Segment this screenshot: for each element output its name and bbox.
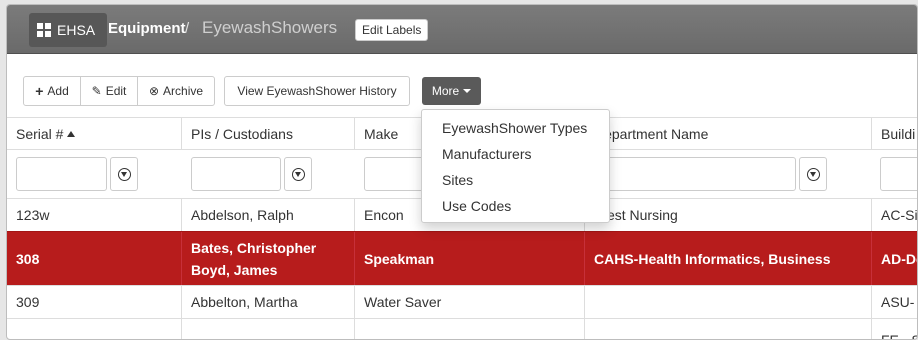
column-header-custodians[interactable]: PIs / Custodians	[182, 118, 355, 149]
menu-item-manufacturers[interactable]: Manufacturers	[422, 141, 609, 167]
table-row[interactable]: 309 Abbelton, Martha Water Saver ASU-	[7, 285, 917, 318]
make-cell: Water Saver	[355, 286, 585, 318]
serial-filter-input[interactable]	[16, 157, 107, 191]
department-cell	[585, 319, 872, 339]
filter-icon	[291, 167, 305, 181]
brand-label: EHSA	[57, 22, 96, 38]
custodian-name: Boyd, James	[191, 261, 278, 278]
plus-icon: +	[35, 83, 44, 99]
column-header-department[interactable]: Department Name	[585, 118, 872, 149]
breadcrumb-equipment[interactable]: Equipment	[108, 20, 186, 37]
pencil-icon: ✎	[91, 84, 102, 98]
add-label: Add	[47, 84, 69, 98]
breadcrumb-separator: /	[185, 20, 190, 37]
archive-label: Archive	[163, 84, 204, 98]
table-row-selected[interactable]: 308 Bates, Christopher Boyd, James Speak…	[7, 231, 917, 285]
menu-item-use-codes[interactable]: Use Codes	[422, 193, 609, 219]
serial-cell: 309	[7, 286, 182, 318]
department-filter-input[interactable]	[595, 157, 796, 191]
custodian-filter-input[interactable]	[191, 157, 281, 191]
edit-button[interactable]: ✎ Edit	[80, 76, 138, 106]
remove-circle-icon: ⊗	[148, 84, 160, 98]
table-row[interactable]: FE - S	[7, 318, 918, 340]
menu-item-sites[interactable]: Sites	[422, 167, 609, 193]
column-header-building[interactable]: Buildi	[872, 118, 917, 149]
building-cell: AD-De	[872, 232, 917, 285]
more-dropdown-button[interactable]: More	[422, 77, 481, 105]
serial-cell: 308	[7, 232, 182, 285]
column-header-serial[interactable]: Serial #	[7, 118, 182, 149]
filter-icon	[806, 167, 820, 181]
building-cell: AC-Si	[881, 207, 918, 223]
serial-cell: 123w	[7, 199, 182, 231]
department-cell	[585, 286, 872, 318]
app-frame: EHSA Equipment / EyewashShowers Edit Lab…	[6, 4, 918, 340]
menu-item-eyewashshower-types[interactable]: EyewashShower Types	[422, 115, 609, 141]
archive-button[interactable]: ⊗ Archive	[137, 76, 215, 106]
custodian-name: Bates, Christopher	[191, 239, 317, 256]
serial-cell	[7, 319, 182, 339]
building-cell: FE - S	[881, 332, 918, 340]
custodian-filter-button[interactable]	[284, 157, 312, 191]
more-dropdown-menu: EyewashShower Types Manufacturers Sites …	[421, 109, 610, 223]
add-button[interactable]: + Add	[23, 76, 81, 106]
filter-icon	[117, 167, 131, 181]
building-filter-input[interactable]	[880, 157, 917, 191]
edit-labels-button[interactable]: Edit Labels	[355, 19, 429, 41]
brand-button[interactable]: EHSA	[29, 13, 108, 47]
custodian-cell	[182, 319, 355, 339]
caret-down-icon	[463, 89, 472, 93]
sort-ascending-icon	[67, 130, 76, 137]
view-history-button[interactable]: View EyewashShower History	[224, 76, 410, 106]
page-title: EyewashShowers	[202, 18, 338, 37]
building-cell: ASU-	[881, 294, 915, 310]
custodian-cell: Abdelson, Ralph	[182, 199, 355, 231]
custodian-cell: Bates, Christopher Boyd, James	[182, 232, 355, 285]
department-filter-button[interactable]	[799, 157, 827, 191]
top-navbar: EHSA Equipment / EyewashShowers Edit Lab…	[7, 5, 917, 54]
make-cell: Speakman	[355, 232, 585, 285]
edit-label: Edit	[105, 84, 127, 98]
more-label: More	[431, 84, 460, 98]
department-cell: CAHS-Health Informatics, Business	[585, 232, 872, 285]
department-cell: West Nursing	[585, 199, 872, 231]
make-cell	[355, 319, 585, 339]
grid-icon	[37, 23, 51, 37]
serial-filter-button[interactable]	[110, 157, 138, 191]
column-header-label: Serial #	[16, 125, 64, 142]
custodian-cell: Abbelton, Martha	[182, 286, 355, 318]
